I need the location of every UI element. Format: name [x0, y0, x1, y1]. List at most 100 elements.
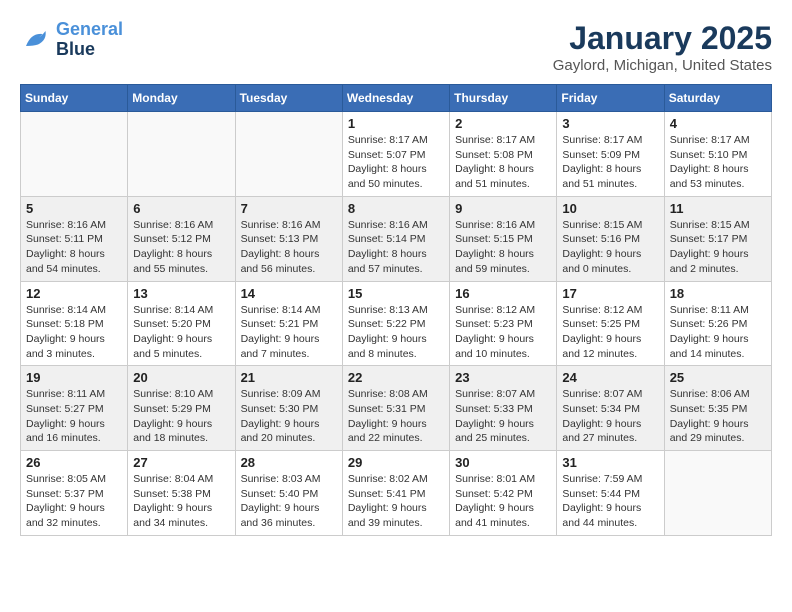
day-info: Sunrise: 8:07 AM Sunset: 5:34 PM Dayligh… [562, 387, 658, 446]
day-number: 17 [562, 286, 658, 301]
day-number: 24 [562, 370, 658, 385]
day-number: 13 [133, 286, 229, 301]
day-number: 5 [26, 201, 122, 216]
calendar-cell: 29 Sunrise: 8:02 AM Sunset: 5:41 PM Dayli… [342, 451, 449, 536]
weekday-header-thursday: Thursday [450, 85, 557, 112]
calendar-cell: 4 Sunrise: 8:17 AM Sunset: 5:10 PM Daylig… [664, 112, 771, 197]
day-number: 21 [241, 370, 337, 385]
day-info: Sunrise: 8:09 AM Sunset: 5:30 PM Dayligh… [241, 387, 337, 446]
day-number: 6 [133, 201, 229, 216]
day-info: Sunrise: 8:01 AM Sunset: 5:42 PM Dayligh… [455, 472, 551, 531]
day-number: 29 [348, 455, 444, 470]
calendar-cell [664, 451, 771, 536]
calendar-cell: 15 Sunrise: 8:13 AM Sunset: 5:22 PM Dayli… [342, 281, 449, 366]
day-info: Sunrise: 8:03 AM Sunset: 5:40 PM Dayligh… [241, 472, 337, 531]
calendar-cell [21, 112, 128, 197]
calendar-cell: 23 Sunrise: 8:07 AM Sunset: 5:33 PM Dayli… [450, 366, 557, 451]
day-info: Sunrise: 8:15 AM Sunset: 5:16 PM Dayligh… [562, 218, 658, 277]
calendar-cell: 24 Sunrise: 8:07 AM Sunset: 5:34 PM Dayli… [557, 366, 664, 451]
calendar-cell: 19 Sunrise: 8:11 AM Sunset: 5:27 PM Dayli… [21, 366, 128, 451]
calendar-cell: 14Sunrise: 8:14 AM Sunset: 5:21 PM Dayli… [235, 281, 342, 366]
day-info: Sunrise: 8:17 AM Sunset: 5:09 PM Dayligh… [562, 133, 658, 192]
day-info: Sunrise: 8:02 AM Sunset: 5:41 PM Dayligh… [348, 472, 444, 531]
weekday-header-wednesday: Wednesday [342, 85, 449, 112]
calendar-week-row: 5 Sunrise: 8:16 AM Sunset: 5:11 PM Daylig… [21, 196, 772, 281]
day-info: Sunrise: 8:13 AM Sunset: 5:22 PM Dayligh… [348, 303, 444, 362]
weekday-header-row: SundayMondayTuesdayWednesdayThursdayFrid… [21, 85, 772, 112]
day-info: Sunrise: 8:16 AM Sunset: 5:15 PM Dayligh… [455, 218, 551, 277]
calendar-cell: 22 Sunrise: 8:08 AM Sunset: 5:31 PM Dayli… [342, 366, 449, 451]
day-number: 8 [348, 201, 444, 216]
day-number: 9 [455, 201, 551, 216]
day-number: 12 [26, 286, 122, 301]
logo: GeneralBlue [20, 20, 123, 60]
day-number: 30 [455, 455, 551, 470]
calendar-cell: 21 Sunrise: 8:09 AM Sunset: 5:30 PM Dayli… [235, 366, 342, 451]
weekday-header-friday: Friday [557, 85, 664, 112]
weekday-header-monday: Monday [128, 85, 235, 112]
weekday-header-sunday: Sunday [21, 85, 128, 112]
day-info: Sunrise: 8:14 AM Sunset: 5:20 PM Dayligh… [133, 303, 229, 362]
day-info: Sunrise: 8:15 AM Sunset: 5:17 PM Dayligh… [670, 218, 766, 277]
day-info: Sunrise: 8:16 AM Sunset: 5:12 PM Dayligh… [133, 218, 229, 277]
calendar-cell: 10Sunrise: 8:15 AM Sunset: 5:16 PM Dayli… [557, 196, 664, 281]
calendar-cell: 7Sunrise: 8:16 AM Sunset: 5:13 PM Daylig… [235, 196, 342, 281]
calendar-cell [235, 112, 342, 197]
day-number: 25 [670, 370, 766, 385]
location: Gaylord, Michigan, United States [553, 57, 772, 74]
calendar-cell: 26 Sunrise: 8:05 AM Sunset: 5:37 PM Dayli… [21, 451, 128, 536]
day-number: 14 [241, 286, 337, 301]
day-info: Sunrise: 8:16 AM Sunset: 5:14 PM Dayligh… [348, 218, 444, 277]
day-info: Sunrise: 8:17 AM Sunset: 5:10 PM Dayligh… [670, 133, 766, 192]
day-info: Sunrise: 8:05 AM Sunset: 5:37 PM Dayligh… [26, 472, 122, 531]
day-info: Sunrise: 8:16 AM Sunset: 5:11 PM Dayligh… [26, 218, 122, 277]
calendar-cell [128, 112, 235, 197]
calendar-cell: 18Sunrise: 8:11 AM Sunset: 5:26 PM Dayli… [664, 281, 771, 366]
month-title: January 2025 [553, 20, 772, 57]
calendar-cell: 12Sunrise: 8:14 AM Sunset: 5:18 PM Dayli… [21, 281, 128, 366]
calendar-cell: 6 Sunrise: 8:16 AM Sunset: 5:12 PM Daylig… [128, 196, 235, 281]
title-block: January 2025 Gaylord, Michigan, United S… [553, 20, 772, 74]
day-info: Sunrise: 8:17 AM Sunset: 5:07 PM Dayligh… [348, 133, 444, 192]
calendar-week-row: 1Sunrise: 8:17 AM Sunset: 5:07 PM Daylig… [21, 112, 772, 197]
day-info: Sunrise: 8:11 AM Sunset: 5:26 PM Dayligh… [670, 303, 766, 362]
day-number: 19 [26, 370, 122, 385]
day-info: Sunrise: 8:10 AM Sunset: 5:29 PM Dayligh… [133, 387, 229, 446]
day-info: Sunrise: 8:11 AM Sunset: 5:27 PM Dayligh… [26, 387, 122, 446]
calendar-table: SundayMondayTuesdayWednesdayThursdayFrid… [20, 84, 772, 536]
day-number: 27 [133, 455, 229, 470]
calendar-cell: 31 Sunrise: 7:59 AM Sunset: 5:44 PM Dayli… [557, 451, 664, 536]
day-number: 4 [670, 116, 766, 131]
day-info: Sunrise: 8:17 AM Sunset: 5:08 PM Dayligh… [455, 133, 551, 192]
calendar-cell: 17 Sunrise: 8:12 AM Sunset: 5:25 PM Dayli… [557, 281, 664, 366]
day-number: 22 [348, 370, 444, 385]
day-number: 26 [26, 455, 122, 470]
day-info: Sunrise: 8:08 AM Sunset: 5:31 PM Dayligh… [348, 387, 444, 446]
day-number: 7 [241, 201, 337, 216]
day-number: 23 [455, 370, 551, 385]
calendar-cell: 25 Sunrise: 8:06 AM Sunset: 5:35 PM Dayli… [664, 366, 771, 451]
calendar-cell: 2Sunrise: 8:17 AM Sunset: 5:08 PM Daylig… [450, 112, 557, 197]
day-info: Sunrise: 8:12 AM Sunset: 5:23 PM Dayligh… [455, 303, 551, 362]
day-info: Sunrise: 8:06 AM Sunset: 5:35 PM Dayligh… [670, 387, 766, 446]
calendar-cell: 28 Sunrise: 8:03 AM Sunset: 5:40 PM Dayli… [235, 451, 342, 536]
day-number: 11 [670, 201, 766, 216]
calendar-cell: 3 Sunrise: 8:17 AM Sunset: 5:09 PM Daylig… [557, 112, 664, 197]
page-header: GeneralBlue January 2025 Gaylord, Michig… [20, 20, 772, 74]
logo-name: GeneralBlue [56, 20, 123, 60]
calendar-cell: 13 Sunrise: 8:14 AM Sunset: 5:20 PM Dayli… [128, 281, 235, 366]
calendar-week-row: 12Sunrise: 8:14 AM Sunset: 5:18 PM Dayli… [21, 281, 772, 366]
day-number: 15 [348, 286, 444, 301]
calendar-week-row: 26 Sunrise: 8:05 AM Sunset: 5:37 PM Dayli… [21, 451, 772, 536]
weekday-header-saturday: Saturday [664, 85, 771, 112]
day-number: 20 [133, 370, 229, 385]
day-info: Sunrise: 8:12 AM Sunset: 5:25 PM Dayligh… [562, 303, 658, 362]
day-number: 3 [562, 116, 658, 131]
day-number: 28 [241, 455, 337, 470]
day-info: Sunrise: 8:07 AM Sunset: 5:33 PM Dayligh… [455, 387, 551, 446]
day-number: 31 [562, 455, 658, 470]
day-info: Sunrise: 7:59 AM Sunset: 5:44 PM Dayligh… [562, 472, 658, 531]
logo-bird-icon [20, 25, 50, 55]
calendar-cell: 30 Sunrise: 8:01 AM Sunset: 5:42 PM Dayli… [450, 451, 557, 536]
day-info: Sunrise: 8:04 AM Sunset: 5:38 PM Dayligh… [133, 472, 229, 531]
